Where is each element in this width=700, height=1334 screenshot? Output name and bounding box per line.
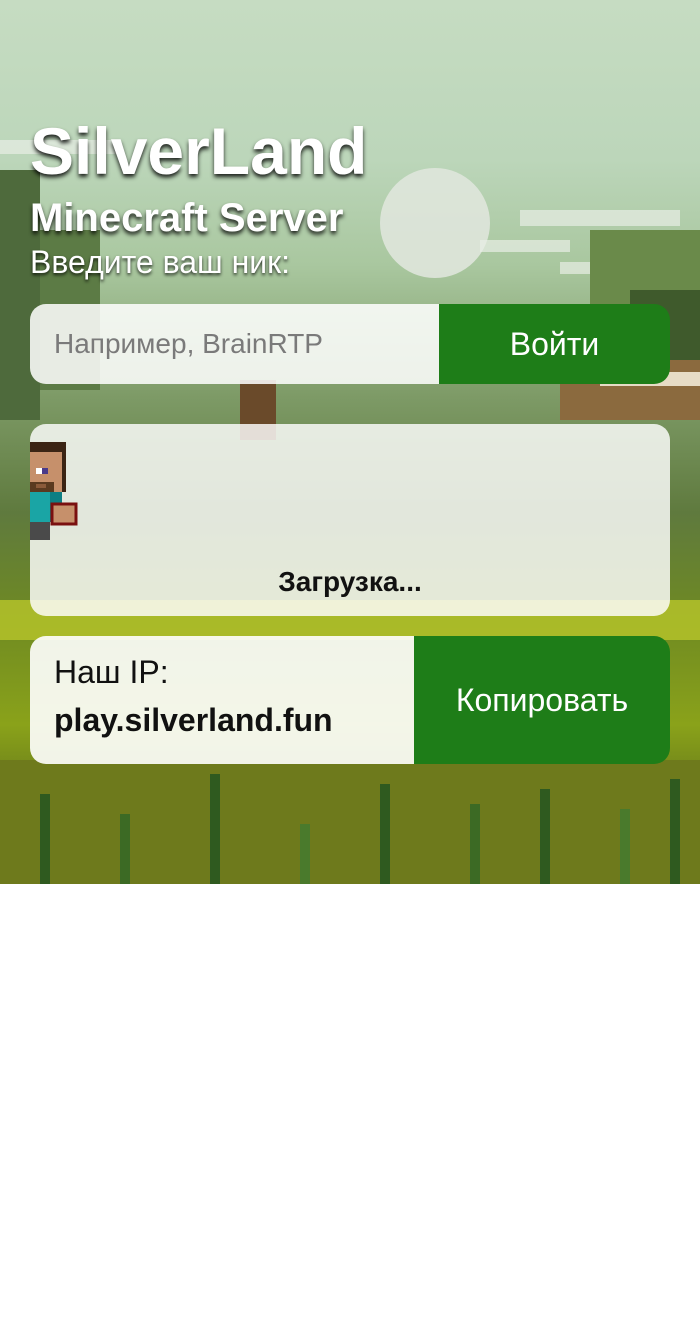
page: SilverLand Minecraft Server Введите ваш …: [0, 0, 700, 1334]
ground-decoration: [0, 760, 700, 884]
nickname-input[interactable]: [30, 304, 439, 384]
sun-decoration: [380, 168, 490, 278]
grass-decoration: [670, 779, 680, 884]
grass-decoration: [120, 814, 130, 884]
grass-decoration: [210, 774, 220, 884]
grass-decoration: [470, 804, 480, 884]
steve-icon: [30, 442, 78, 540]
cloud-decoration: [520, 210, 680, 226]
loading-text: Загрузка...: [278, 566, 422, 597]
grass-decoration: [40, 794, 50, 884]
login-button[interactable]: Войти: [439, 304, 670, 384]
server-ip-box: Наш IP: play.silverland.fun: [30, 636, 414, 764]
nickname-prompt: Введите ваш ник:: [30, 244, 291, 280]
grass-decoration: [300, 824, 310, 884]
loading-card: Загрузка...: [30, 424, 670, 616]
page-subtitle: Minecraft Server: [30, 196, 344, 240]
server-ip-address: play.silverland.fun: [54, 702, 333, 738]
cloud-decoration: [480, 240, 570, 252]
page-title: SilverLand: [30, 114, 368, 188]
grass-decoration: [380, 784, 390, 884]
server-ip-panel: Наш IP: play.silverland.fun Копировать: [30, 636, 670, 764]
login-form: Войти: [30, 304, 670, 384]
grass-decoration: [540, 789, 550, 884]
server-ip-label: Наш IP:: [54, 654, 169, 690]
grass-decoration: [620, 809, 630, 884]
copy-ip-button[interactable]: Копировать: [414, 636, 670, 764]
